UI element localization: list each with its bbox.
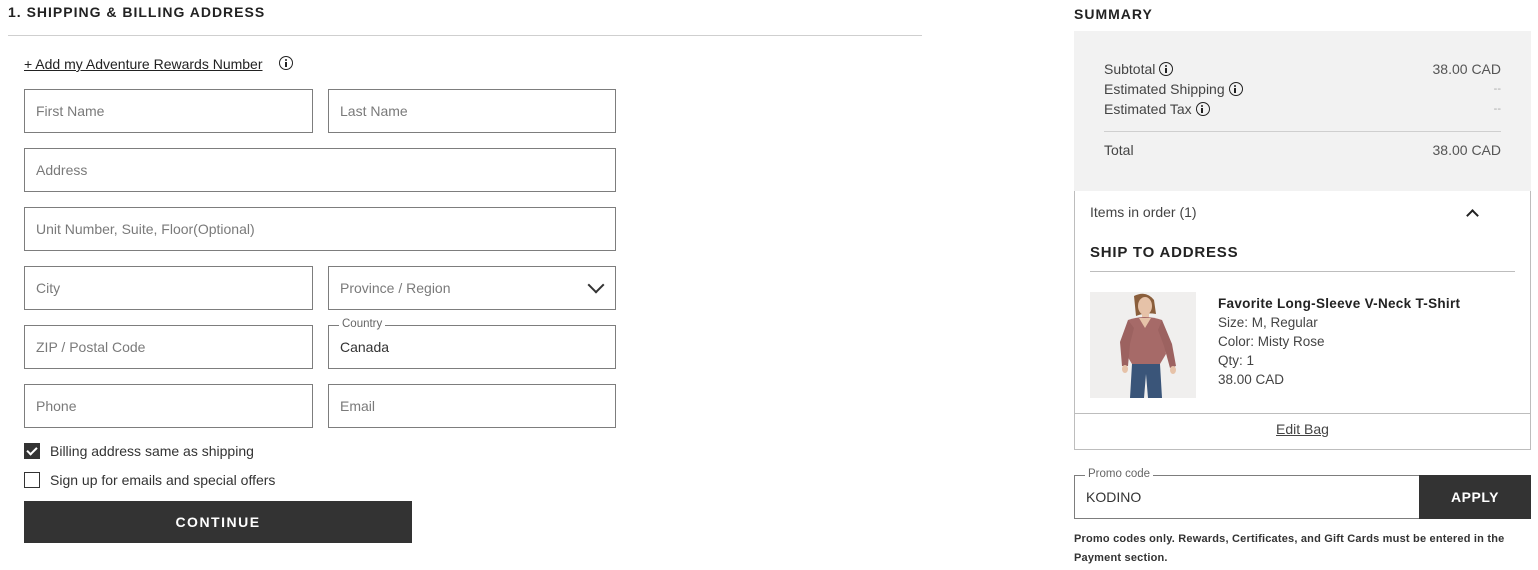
phone-field[interactable] — [24, 384, 313, 428]
product-color: Color: Misty Rose — [1218, 334, 1325, 349]
tax-row: Estimated Tax -- — [1104, 101, 1501, 117]
province-select-placeholder: Province / Region — [340, 280, 451, 296]
total-row: Total 38.00 CAD — [1104, 142, 1501, 158]
city-input[interactable] — [25, 267, 312, 309]
info-icon[interactable] — [279, 56, 293, 70]
chevron-up-icon[interactable] — [1466, 209, 1479, 222]
add-rewards-number-link[interactable]: + Add my Adventure Rewards Number — [24, 56, 263, 72]
items-panel: Items in order (1) SHIP TO ADDRESS Favor… — [1074, 191, 1531, 450]
product-image — [1090, 292, 1196, 398]
unit-input[interactable] — [25, 208, 615, 250]
address-field[interactable] — [24, 148, 616, 192]
first-name-input[interactable] — [25, 90, 312, 132]
summary-title: SUMMARY — [1074, 6, 1153, 22]
apply-button[interactable]: APPLY — [1419, 475, 1531, 519]
email-signup-label: Sign up for emails and special offers — [50, 472, 276, 488]
product-name: Favorite Long-Sleeve V-Neck T-Shirt — [1218, 296, 1461, 311]
total-label: Total — [1104, 142, 1134, 158]
tax-info-icon[interactable] — [1195, 102, 1210, 116]
product-qty: Qty: 1 — [1218, 353, 1255, 368]
address-input[interactable] — [25, 149, 615, 191]
city-field[interactable] — [24, 266, 313, 310]
summary-divider — [1104, 131, 1501, 132]
items-divider — [1075, 413, 1530, 414]
last-name-field[interactable] — [328, 89, 616, 133]
province-select[interactable]: Province / Region — [328, 266, 616, 310]
email-field[interactable] — [328, 384, 616, 428]
ship-divider — [1090, 271, 1515, 272]
country-label: Country — [339, 318, 386, 330]
billing-same-row[interactable]: Billing address same as shipping — [24, 443, 254, 459]
section-divider — [8, 35, 922, 36]
tax-label: Estimated Tax — [1104, 101, 1192, 117]
promo-code-input[interactable] — [1075, 476, 1420, 518]
phone-input[interactable] — [25, 385, 312, 427]
product-details: Favorite Long-Sleeve V-Neck T-Shirt Size… — [1218, 294, 1460, 389]
product-photo — [1090, 292, 1196, 398]
edit-bag-link[interactable]: Edit Bag — [1075, 421, 1530, 437]
shipping-label: Estimated Shipping — [1104, 81, 1225, 97]
last-name-input[interactable] — [329, 90, 615, 132]
subtotal-value: 38.00 CAD — [1432, 61, 1501, 77]
continue-button[interactable]: CONTINUE — [24, 501, 412, 543]
unit-field[interactable] — [24, 207, 616, 251]
subtotal-row: Subtotal 38.00 CAD — [1104, 61, 1501, 77]
subtotal-label: Subtotal — [1104, 61, 1156, 77]
ship-to-address-title: SHIP TO ADDRESS — [1090, 244, 1239, 261]
total-value: 38.00 CAD — [1432, 142, 1501, 158]
first-name-field[interactable] — [24, 89, 313, 133]
zip-field[interactable] — [24, 325, 313, 369]
shipping-row: Estimated Shipping -- — [1104, 81, 1501, 97]
shipping-info-icon[interactable] — [1228, 82, 1243, 96]
email-input[interactable] — [329, 385, 615, 427]
summary-panel: Subtotal 38.00 CAD Estimated Shipping --… — [1074, 31, 1531, 191]
chevron-down-icon — [587, 276, 605, 294]
items-in-order-label[interactable]: Items in order (1) — [1090, 204, 1197, 220]
tax-value: -- — [1493, 103, 1501, 115]
product-size: Size: M, Regular — [1218, 315, 1318, 330]
subtotal-info-icon[interactable] — [1159, 62, 1174, 76]
shipping-value: -- — [1493, 83, 1501, 95]
email-signup-row[interactable]: Sign up for emails and special offers — [24, 472, 275, 488]
promo-code-label: Promo code — [1085, 468, 1154, 480]
billing-same-label: Billing address same as shipping — [50, 443, 254, 459]
zip-input[interactable] — [25, 326, 312, 368]
billing-same-checkbox[interactable] — [24, 443, 40, 459]
section-title: 1. SHIPPING & BILLING ADDRESS — [8, 4, 266, 20]
promo-note: Promo codes only. Rewards, Certificates,… — [1074, 533, 1505, 564]
country-input[interactable] — [329, 326, 615, 368]
product-price: 38.00 CAD — [1218, 372, 1285, 387]
country-field[interactable]: Country — [328, 318, 616, 369]
email-signup-checkbox[interactable] — [24, 472, 40, 488]
promo-code-field[interactable]: Promo code — [1074, 468, 1420, 519]
